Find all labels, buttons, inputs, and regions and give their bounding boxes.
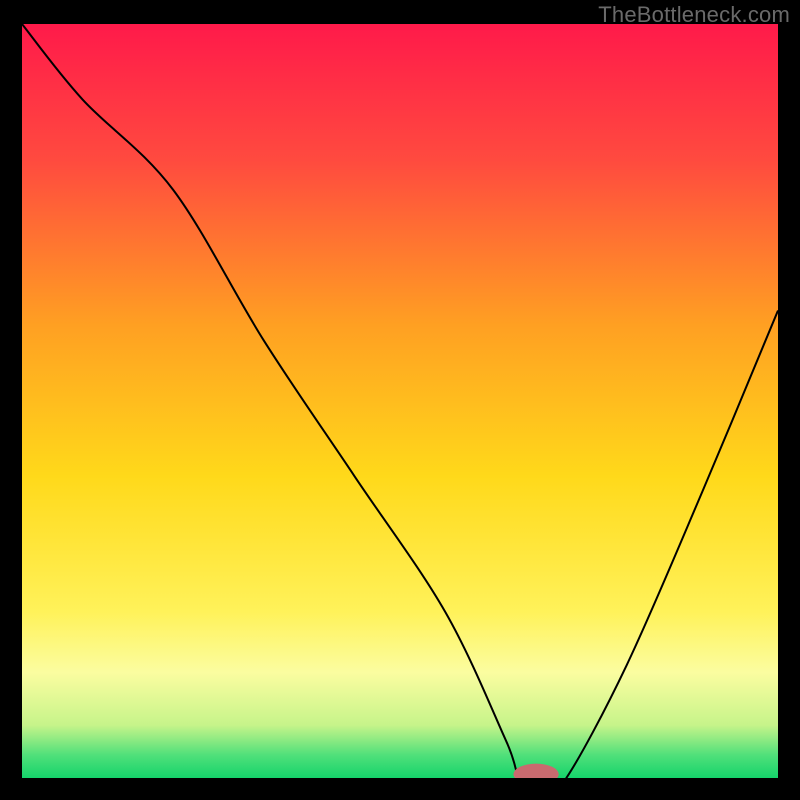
chart-frame: TheBottleneck.com [0, 0, 800, 800]
chart-background [22, 24, 778, 778]
chart-plot-area [22, 24, 778, 778]
chart-svg [22, 24, 778, 778]
watermark-text: TheBottleneck.com [598, 2, 790, 28]
